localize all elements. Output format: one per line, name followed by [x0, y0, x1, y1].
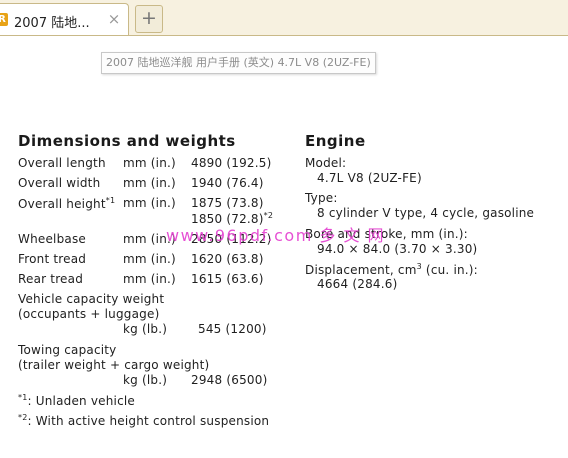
type-label: Type: — [305, 191, 338, 205]
pdf-reader-icon: R — [0, 13, 8, 26]
row-value: 4890 (192.5) — [191, 156, 272, 170]
engine-heading: Engine — [305, 132, 366, 150]
displacement-label-text: Displacement, cm — [305, 263, 417, 277]
footnote-text: : With active height control suspension — [27, 414, 270, 428]
row-unit: mm (in.) — [123, 176, 176, 190]
row-label: Wheelbase — [18, 232, 86, 246]
footnote-text: : Unladen vehicle — [27, 394, 135, 408]
row-label: Overall width — [18, 176, 101, 190]
row-label: Front tread — [18, 252, 87, 266]
capacity-label: Vehicle capacity weight — [18, 292, 165, 306]
footnote-mark: *2 — [18, 413, 28, 422]
type-value: 8 cylinder V type, 4 cycle, gasoline — [317, 206, 535, 220]
capacity-value: 545 (1200) — [198, 322, 267, 336]
towing-value: 2948 (6500) — [191, 373, 268, 387]
row-unit: mm (in.) — [123, 272, 176, 286]
close-tab-icon[interactable]: × — [106, 10, 122, 28]
row-unit: mm (in.) — [123, 156, 176, 170]
document-tab[interactable]: R 2007 陆地... × — [0, 3, 129, 35]
model-value: 4.7L V8 (2UZ-FE) — [317, 171, 422, 185]
footnote-mark: *1 — [105, 196, 116, 205]
row-label: Overall height*1 — [18, 196, 115, 211]
model-label: Model: — [305, 156, 347, 170]
row-value: 1940 (76.4) — [191, 176, 264, 190]
row-unit: mm (in.) — [123, 196, 176, 210]
towing-sublabel: (trailer weight + cargo weight) — [18, 358, 210, 372]
dimensions-heading: Dimensions and weights — [18, 132, 236, 150]
site-watermark: www.96pdf.com 多 文 网 — [166, 226, 386, 245]
displacement-unit: (cu. in.): — [421, 263, 478, 277]
capacity-unit: kg (lb.) — [123, 322, 168, 336]
row-label: Rear tread — [18, 272, 84, 286]
new-tab-button[interactable]: + — [135, 5, 163, 33]
footnote: *2: With active height control suspensio… — [18, 413, 269, 428]
displacement-label: Displacement, cm3 (cu. in.): — [305, 262, 478, 277]
row-unit: mm (in.) — [123, 252, 176, 266]
row-value: 1615 (63.6) — [191, 272, 264, 286]
row-value: 1875 (73.8) — [191, 196, 264, 210]
row-label-text: Overall height — [18, 197, 106, 211]
displacement-value: 4664 (284.6) — [317, 277, 398, 291]
tab-tooltip: 2007 陆地巡洋舰 用户手册 (英文) 4.7L V8 (2UZ-FE) — [101, 52, 376, 74]
capacity-sublabel: (occupants + luggage) — [18, 307, 160, 321]
footnote-mark: *2 — [263, 211, 274, 220]
towing-unit: kg (lb.) — [123, 373, 168, 387]
tab-title: 2007 陆地... — [14, 16, 90, 31]
footnote-mark: *1 — [18, 393, 28, 402]
towing-label: Towing capacity — [18, 343, 117, 357]
row-value: 1620 (63.8) — [191, 252, 264, 266]
tab-bar: R 2007 陆地... × + — [0, 0, 568, 36]
footnote: *1: Unladen vehicle — [18, 393, 135, 408]
row-label: Overall length — [18, 156, 106, 170]
